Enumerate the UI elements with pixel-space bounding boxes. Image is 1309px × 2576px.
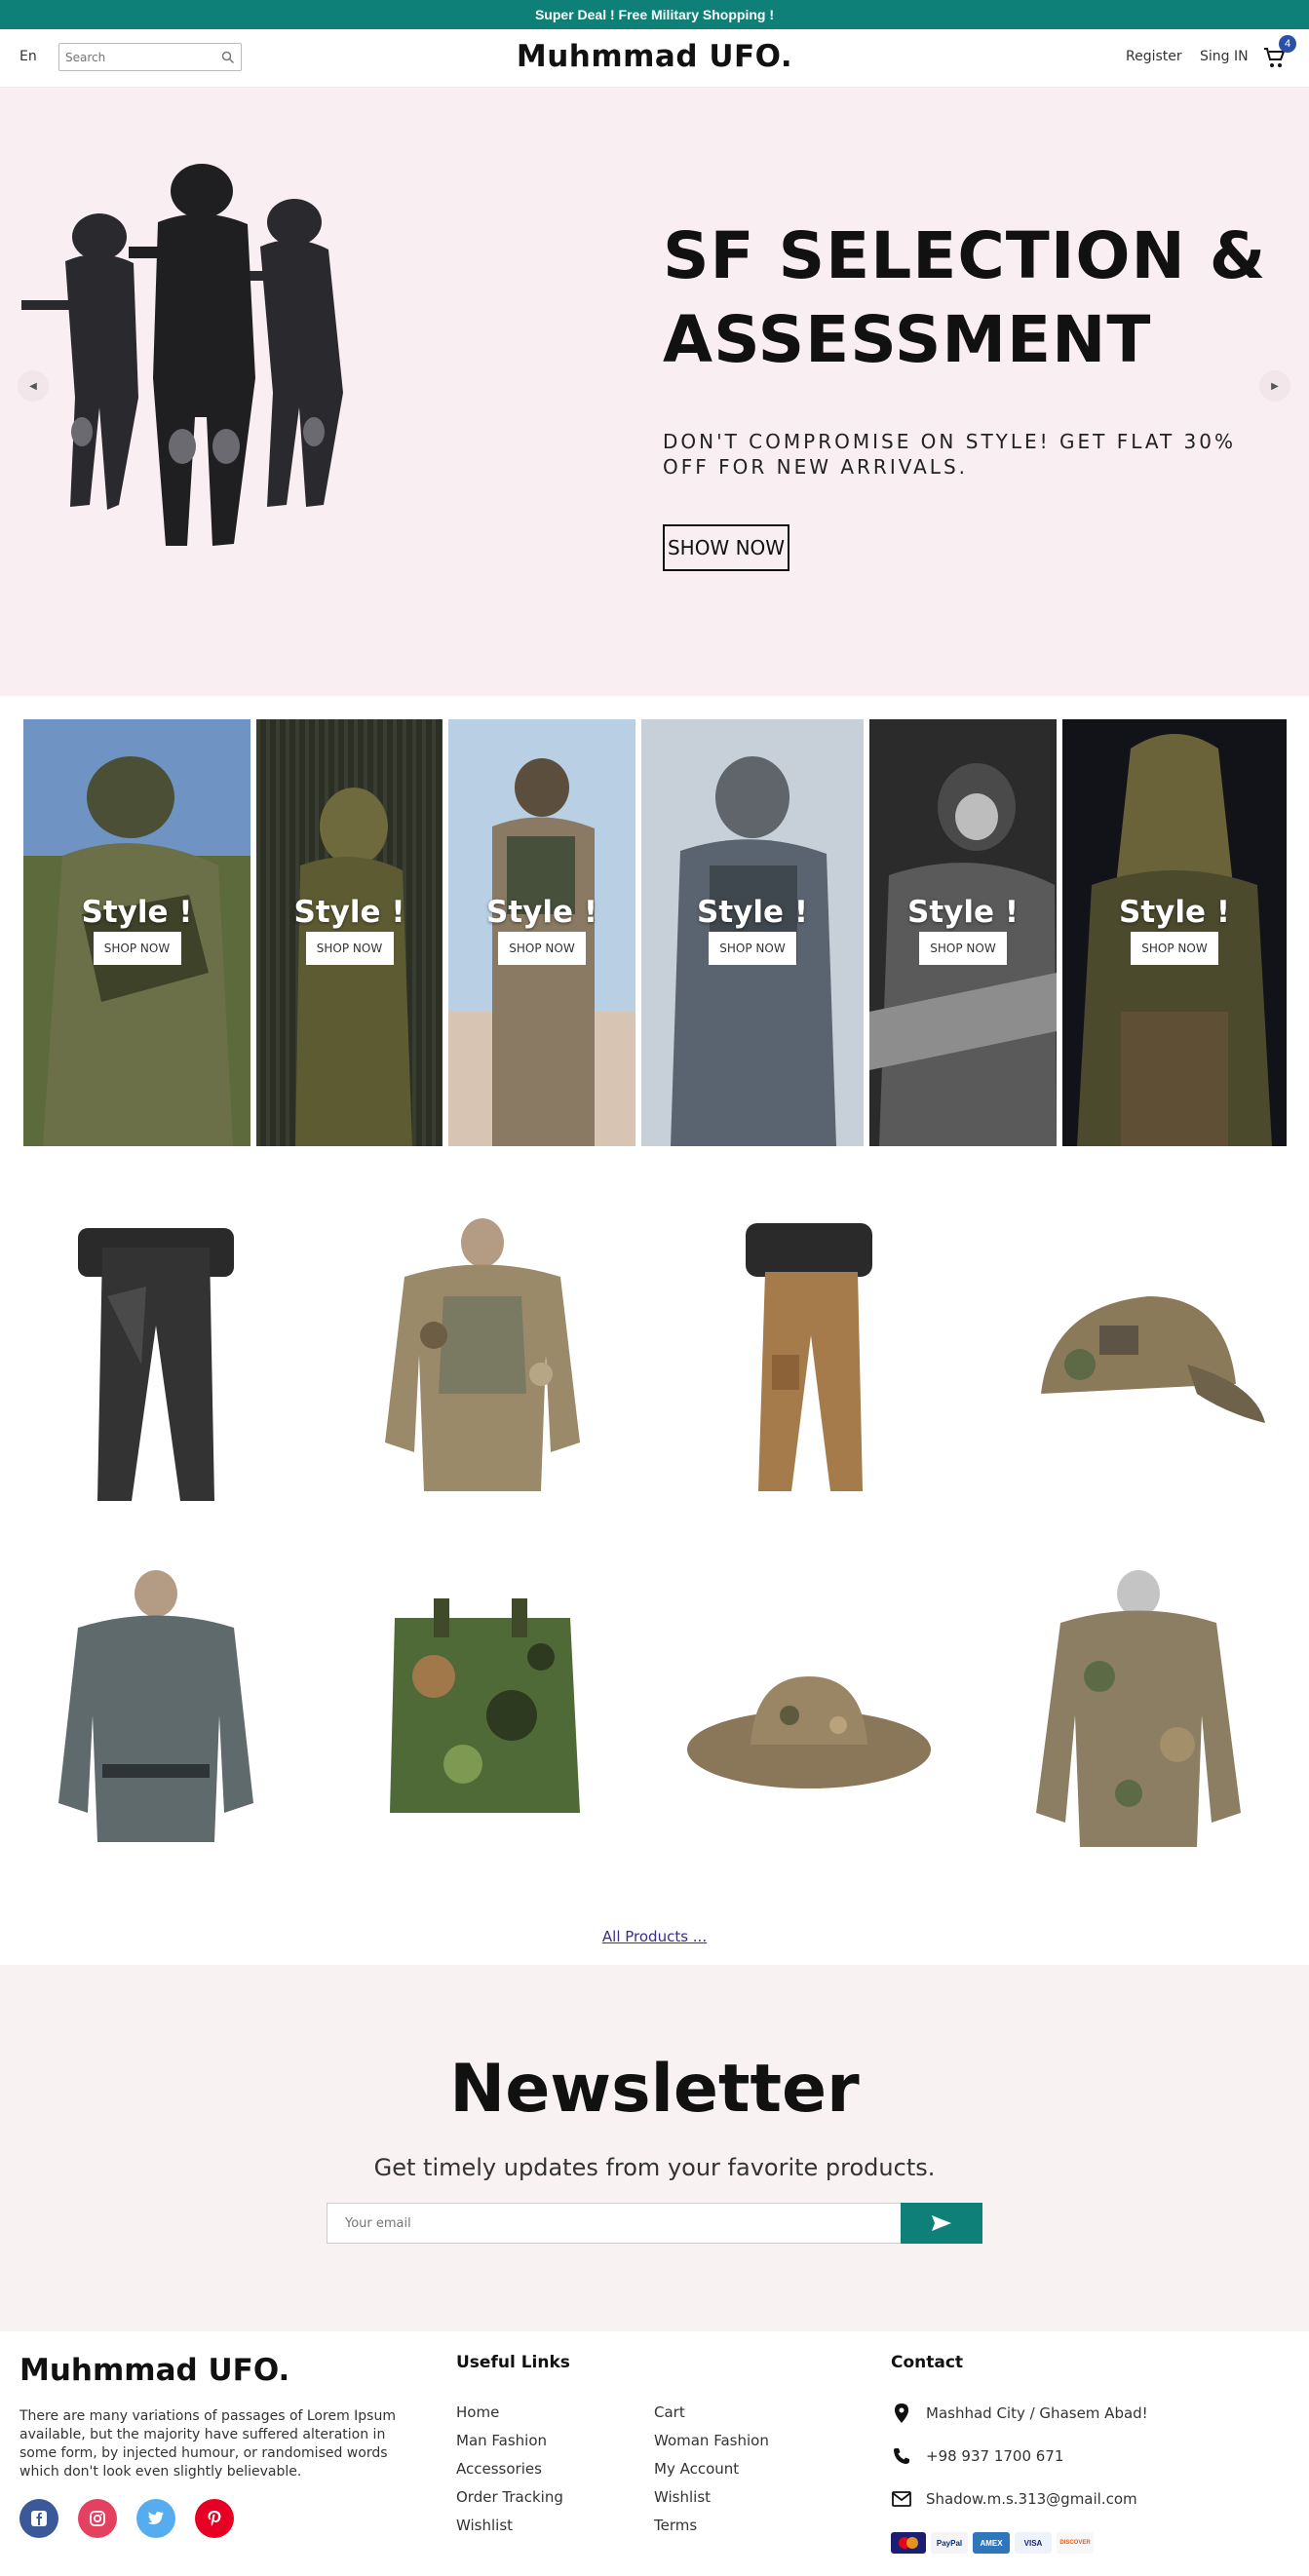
footer-link-wishlist-2[interactable]: Wishlist xyxy=(654,2488,711,2506)
style-card-shop-button[interactable]: SHOP NOW xyxy=(1131,932,1218,965)
footer-link-order-tracking[interactable]: Order Tracking xyxy=(456,2488,563,2506)
style-card-title: Style ! xyxy=(293,895,405,930)
style-card[interactable]: Style ! SHOP NOW xyxy=(1062,719,1287,1146)
cart-count-badge: 4 xyxy=(1279,35,1296,53)
style-card-shop-button[interactable]: SHOP NOW xyxy=(93,932,181,965)
contact-address: Mashhad City / Ghasem Abad! xyxy=(891,2403,1148,2424)
product-card[interactable] xyxy=(992,1569,1285,1862)
footer-link-woman-fashion[interactable]: Woman Fashion xyxy=(654,2432,769,2449)
newsletter-email-input[interactable] xyxy=(327,2203,902,2244)
facebook-icon[interactable] xyxy=(19,2499,58,2538)
style-card-shop-button[interactable]: SHOP NOW xyxy=(709,932,796,965)
twitter-icon[interactable] xyxy=(136,2499,175,2538)
style-cards-section: Style ! SHOP NOW Style ! SHOP NOW Style … xyxy=(0,696,1309,1164)
hero-subtitle: DON'T COMPROMISE ON STYLE! GET FLAT 30% … xyxy=(663,430,1236,479)
footer-link-home[interactable]: Home xyxy=(456,2403,499,2421)
register-link[interactable]: Register xyxy=(1126,49,1182,64)
contact-phone-text[interactable]: +98 937 1700 671 xyxy=(926,2447,1063,2465)
paypal-icon: PayPal xyxy=(931,2532,968,2554)
useful-links-title: Useful Links xyxy=(456,2353,570,2372)
style-card[interactable]: Style ! SHOP NOW xyxy=(448,719,635,1146)
visa-icon: VISA xyxy=(1015,2532,1052,2554)
location-pin-icon xyxy=(891,2403,912,2424)
instagram-icon[interactable] xyxy=(78,2499,117,2538)
style-card-title: Style ! xyxy=(907,895,1019,930)
style-card[interactable]: Style ! SHOP NOW xyxy=(641,719,864,1146)
style-card-title: Style ! xyxy=(1119,895,1230,930)
product-image-camo-cap xyxy=(1041,1296,1265,1423)
product-image-coyote-pants xyxy=(746,1223,872,1491)
style-card-title: Style ! xyxy=(81,895,193,930)
amex-icon: AMEX xyxy=(973,2532,1010,2554)
site-footer: Muhmmad UFO. There are many variations o… xyxy=(0,2331,1309,2576)
product-card[interactable] xyxy=(336,1569,629,1862)
promo-bar: Super Deal ! Free Military Shopping ! xyxy=(0,0,1309,29)
brand-logo[interactable]: Muhmmad UFO. xyxy=(517,39,792,74)
product-image-grey-combat-shirt xyxy=(58,1570,253,1842)
footer-link-terms[interactable]: Terms xyxy=(654,2517,697,2534)
send-icon xyxy=(932,2215,951,2231)
style-card-shop-button[interactable]: SHOP NOW xyxy=(919,932,1007,965)
promo-text: Super Deal ! Free Military Shopping ! xyxy=(534,7,775,22)
footer-link-my-account[interactable]: My Account xyxy=(654,2460,739,2478)
contact-address-text: Mashhad City / Ghasem Abad! xyxy=(926,2404,1148,2422)
site-header: En Muhmmad UFO. Register Sing IN 4 xyxy=(0,29,1309,88)
signin-link[interactable]: Sing IN xyxy=(1200,49,1249,64)
style-card-title: Style ! xyxy=(697,895,808,930)
style-card-shop-button[interactable]: SHOP NOW xyxy=(305,932,394,965)
email-icon xyxy=(891,2488,912,2510)
style-card[interactable]: Style ! SHOP NOW xyxy=(869,719,1057,1146)
footer-description: There are many variations of passages of… xyxy=(19,2408,396,2480)
hero-soldiers-image xyxy=(21,164,343,546)
product-card[interactable] xyxy=(10,1218,302,1511)
hero-slider: ◀ ▶ SF SELECTION & ASSESSMENT DON'T COMP… xyxy=(0,88,1309,696)
product-image-black-pants xyxy=(78,1228,234,1501)
phone-icon xyxy=(891,2445,912,2467)
product-image-camo-pouch xyxy=(390,1598,580,1813)
product-card[interactable] xyxy=(336,1218,629,1511)
newsletter-subtitle: Get timely updates from your favorite pr… xyxy=(373,2154,936,2181)
product-image-boonie-hat xyxy=(687,1676,931,1788)
all-products-link[interactable]: All Products ... xyxy=(602,1928,707,1945)
style-card-shop-button[interactable]: SHOP NOW xyxy=(498,932,586,965)
product-image-camo-shirt xyxy=(385,1218,580,1491)
newsletter-section: Newsletter Get timely updates from your … xyxy=(0,1965,1309,2331)
footer-link-accessories[interactable]: Accessories xyxy=(456,2460,542,2478)
newsletter-title: Newsletter xyxy=(449,2051,860,2128)
discover-icon: DISCOVER xyxy=(1057,2532,1094,2554)
product-card[interactable] xyxy=(10,1569,302,1862)
pinterest-icon[interactable] xyxy=(195,2499,234,2538)
footer-link-cart[interactable]: Cart xyxy=(654,2403,685,2421)
contact-email: Shadow.m.s.313@gmail.com xyxy=(891,2488,1137,2510)
footer-link-man-fashion[interactable]: Man Fashion xyxy=(456,2432,547,2449)
mastercard-icon xyxy=(891,2532,926,2554)
style-card[interactable]: Style ! SHOP NOW xyxy=(23,719,250,1146)
footer-link-wishlist[interactable]: Wishlist xyxy=(456,2517,513,2534)
product-image-camo-jacket xyxy=(1036,1570,1241,1847)
product-card[interactable] xyxy=(992,1218,1285,1511)
hero-show-now-button[interactable]: SHOW NOW xyxy=(663,524,789,571)
hero-title: SF SELECTION & ASSESSMENT xyxy=(663,218,1267,377)
cart-button[interactable]: 4 xyxy=(1263,35,1296,72)
brand-logo-wrap: Muhmmad UFO. xyxy=(0,39,1309,74)
product-card[interactable] xyxy=(663,1569,955,1862)
newsletter-submit-button[interactable] xyxy=(901,2203,982,2244)
style-card-title: Style ! xyxy=(486,895,597,930)
product-card[interactable] xyxy=(663,1218,955,1511)
contact-email-text[interactable]: Shadow.m.s.313@gmail.com xyxy=(926,2490,1137,2508)
all-products-wrap: All Products ... xyxy=(0,1928,1309,1945)
footer-brand: Muhmmad UFO. xyxy=(19,2353,290,2388)
contact-title: Contact xyxy=(891,2353,964,2372)
style-card[interactable]: Style ! SHOP NOW xyxy=(256,719,443,1146)
contact-phone: +98 937 1700 671 xyxy=(891,2445,1063,2467)
